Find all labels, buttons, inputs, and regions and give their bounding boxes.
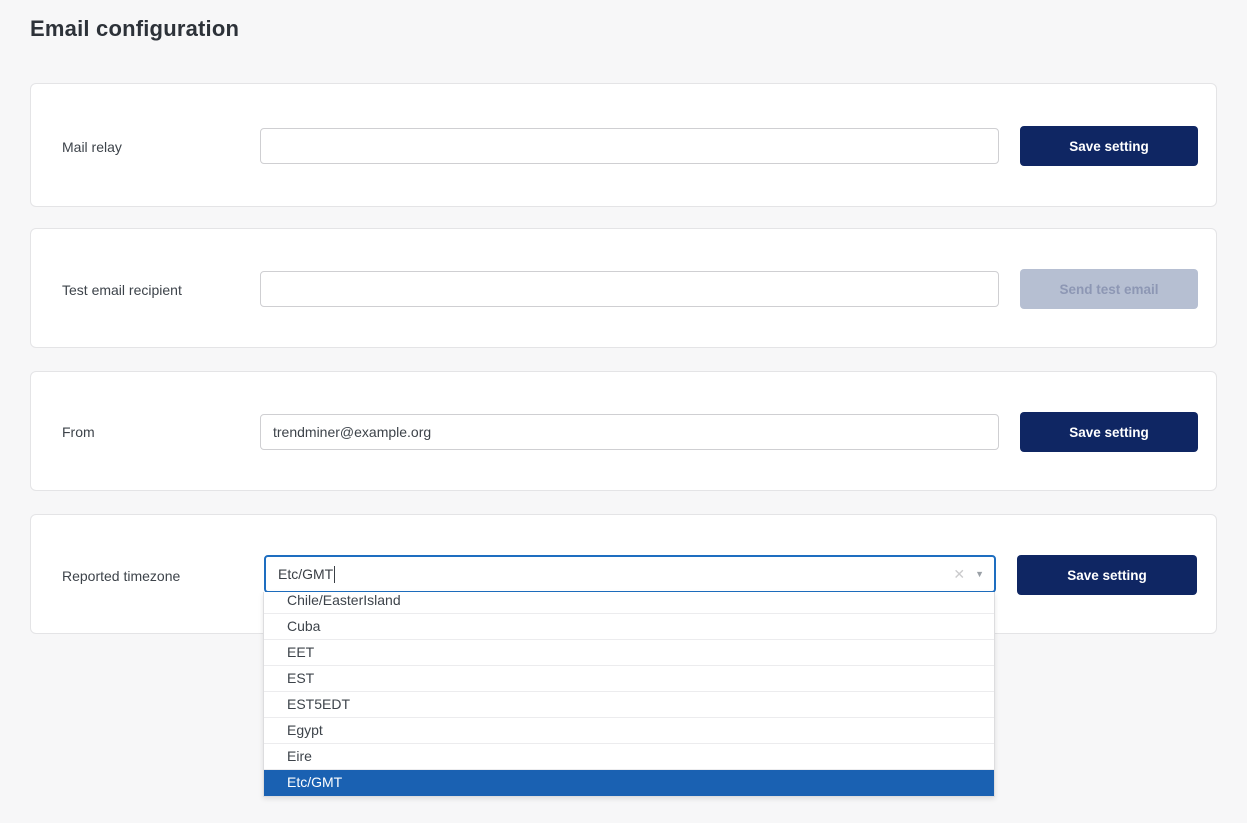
dropdown-option-eet[interactable]: EET bbox=[264, 640, 994, 666]
timezone-combobox[interactable]: Etc/GMT ✕ ▼ bbox=[264, 555, 996, 593]
save-timezone-button[interactable]: Save setting bbox=[1017, 555, 1197, 595]
test-email-recipient-label: Test email recipient bbox=[62, 282, 182, 298]
mail-relay-input[interactable] bbox=[260, 128, 999, 164]
dropdown-option-chile-easterisland[interactable]: Chile/EasterIsland bbox=[264, 592, 994, 614]
dropdown-option-eire[interactable]: Eire bbox=[264, 744, 994, 770]
timezone-combobox-value: Etc/GMT bbox=[278, 566, 334, 582]
clear-icon[interactable]: ✕ bbox=[953, 567, 965, 581]
email-configuration-page: Email configuration Mail relay Save sett… bbox=[0, 0, 1247, 823]
dropdown-option-est[interactable]: EST bbox=[264, 666, 994, 692]
test-email-recipient-card: Test email recipient Send test email bbox=[30, 228, 1217, 348]
from-address-card: From Save setting bbox=[30, 371, 1217, 491]
test-email-recipient-input[interactable] bbox=[260, 271, 999, 307]
save-from-button[interactable]: Save setting bbox=[1020, 412, 1198, 452]
timezone-dropdown-list: Chile/EasterIsland Cuba EET EST EST5EDT … bbox=[263, 592, 995, 797]
from-input[interactable] bbox=[260, 414, 999, 450]
from-label: From bbox=[62, 424, 95, 440]
dropdown-option-etc-gmt[interactable]: Etc/GMT bbox=[264, 770, 994, 796]
mail-relay-card: Mail relay Save setting bbox=[30, 83, 1217, 207]
dropdown-option-cuba[interactable]: Cuba bbox=[264, 614, 994, 640]
mail-relay-label: Mail relay bbox=[62, 139, 122, 155]
dropdown-option-egypt[interactable]: Egypt bbox=[264, 718, 994, 744]
dropdown-option-est5edt[interactable]: EST5EDT bbox=[264, 692, 994, 718]
chevron-down-icon[interactable]: ▼ bbox=[975, 569, 984, 579]
reported-timezone-label: Reported timezone bbox=[62, 568, 181, 584]
send-test-email-button[interactable]: Send test email bbox=[1020, 269, 1198, 309]
save-mail-relay-button[interactable]: Save setting bbox=[1020, 126, 1198, 166]
page-title: Email configuration bbox=[30, 16, 240, 41]
text-cursor bbox=[334, 565, 336, 583]
combobox-icons: ✕ ▼ bbox=[953, 567, 984, 581]
